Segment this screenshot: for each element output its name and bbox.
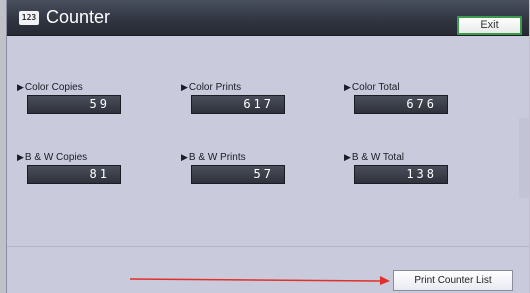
counter-value: 617 [191, 95, 285, 114]
counter-value: 57 [191, 165, 285, 184]
side-panel-edge [519, 118, 529, 198]
triangle-right-icon: ▶ [181, 152, 188, 162]
triangle-right-icon: ▶ [17, 82, 24, 92]
counter-color-prints: ▶Color Prints 617 [181, 80, 291, 114]
counter-label: Color Total [351, 82, 400, 93]
counter-label: Color Prints [188, 82, 242, 93]
exit-button[interactable]: Exit [457, 16, 522, 35]
triangle-right-icon: ▶ [344, 82, 351, 92]
counter-value: 138 [354, 165, 448, 184]
triangle-right-icon: ▶ [344, 152, 351, 162]
page-title: Counter [46, 7, 111, 27]
counter-bw-prints: ▶B & W Prints 57 [181, 150, 291, 184]
counter-value: 81 [27, 165, 121, 184]
counter-app-icon: 123 [19, 11, 39, 25]
counter-value: 59 [27, 95, 121, 114]
counter-color-copies: ▶Color Copies 59 [17, 80, 127, 114]
counter-label: Color Copies [24, 82, 83, 93]
divider [7, 246, 529, 247]
triangle-right-icon: ▶ [181, 82, 188, 92]
counter-bw-copies: ▶B & W Copies 81 [17, 150, 127, 184]
title-bar: 123 Counter Exit [7, 0, 529, 36]
counter-bw-total: ▶B & W Total 138 [344, 150, 454, 184]
counter-label: B & W Copies [24, 152, 88, 163]
counter-value: 676 [354, 95, 448, 114]
counter-label: B & W Prints [188, 152, 246, 163]
counter-color-total: ▶Color Total 676 [344, 80, 454, 114]
annotation-arrow-icon [130, 276, 390, 285]
triangle-right-icon: ▶ [17, 152, 24, 162]
print-counter-list-button[interactable]: Print Counter List [393, 270, 513, 291]
counter-label: B & W Total [351, 152, 404, 163]
counter-screen: 123 Counter Exit ▶Color Copies 59 ▶Color… [6, 0, 529, 293]
